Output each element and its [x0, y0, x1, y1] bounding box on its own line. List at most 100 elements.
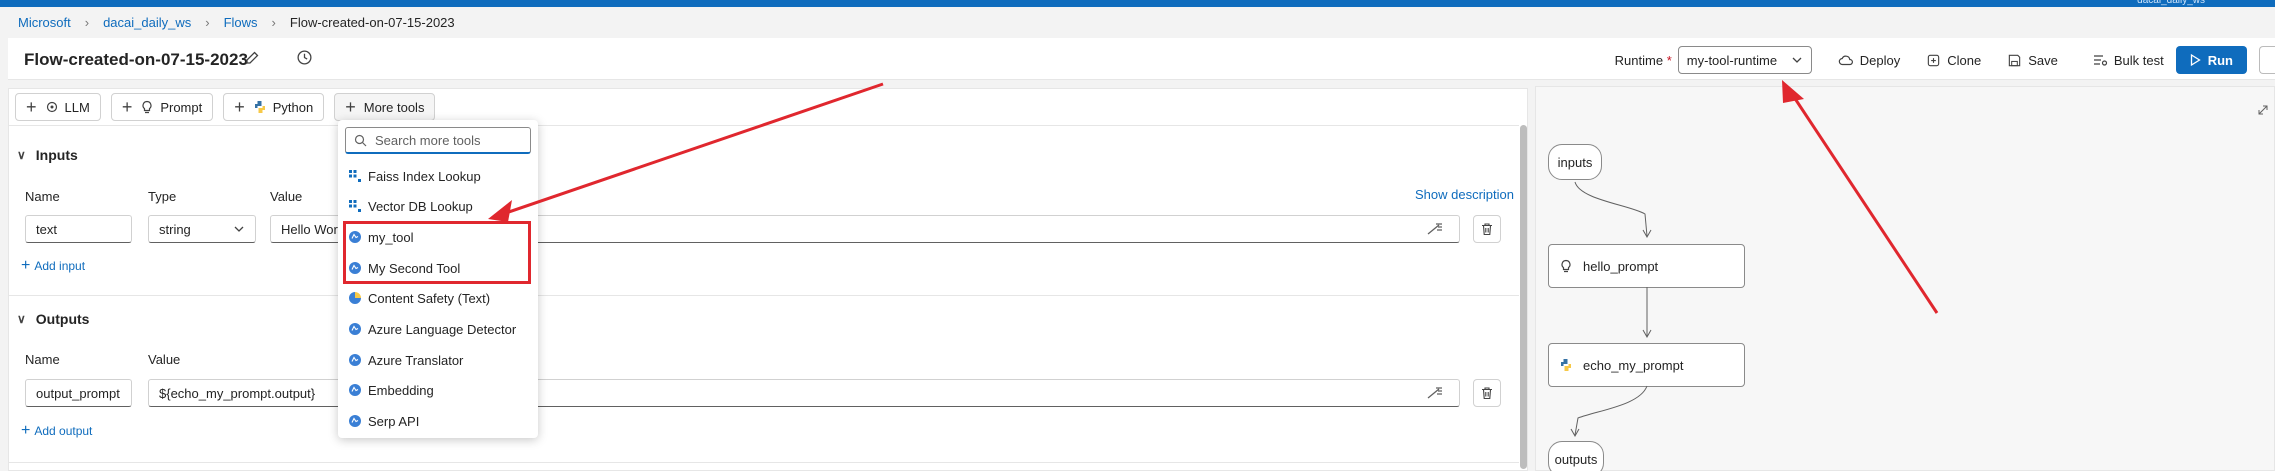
plus-icon: +	[21, 257, 31, 274]
node-label: outputs	[1554, 451, 1598, 467]
add-llm-button[interactable]: + LLM	[15, 93, 101, 121]
play-icon	[2190, 53, 2201, 67]
add-python-button[interactable]: + Python	[223, 93, 325, 121]
divider	[9, 125, 1519, 126]
plus-icon: +	[21, 422, 31, 439]
search-icon	[354, 134, 367, 146]
output-value-text: ${echo_my_prompt.output}	[159, 385, 316, 401]
chevron-down-icon: ∨	[17, 148, 26, 162]
deploy-label: Deploy	[1859, 52, 1901, 68]
bulk-test-button[interactable]: Bulk test	[2092, 52, 2164, 68]
runtime-label: Runtime *	[1615, 53, 1672, 68]
menu-item-embedding[interactable]: Embedding	[348, 380, 434, 400]
graph-node-inputs[interactable]: inputs	[1548, 144, 1602, 180]
graph-node-echo-my-prompt[interactable]: echo_my_prompt	[1548, 343, 1745, 387]
scrollbar[interactable]	[1520, 125, 1527, 469]
menu-item-content-safety[interactable]: Content Safety (Text)	[348, 288, 490, 308]
add-output-link[interactable]: + Add output	[21, 422, 92, 440]
graph-node-hello-prompt[interactable]: hello_prompt	[1548, 244, 1745, 288]
breadcrumb-microsoft[interactable]: Microsoft	[18, 15, 71, 30]
runtime-select[interactable]: my-tool-runtime	[1677, 46, 1812, 74]
menu-item-serp-api[interactable]: Serp API	[348, 411, 419, 431]
magic-wand-icon[interactable]	[1426, 222, 1444, 236]
grid-icon	[349, 200, 361, 212]
menu-item-label: Vector DB Lookup	[368, 198, 473, 214]
python-icon	[1561, 359, 1571, 371]
inputs-section-header[interactable]: ∨ Inputs	[17, 147, 78, 163]
azure-icon	[349, 354, 361, 366]
run-button[interactable]: Run	[2175, 46, 2247, 74]
chevron-right-icon: ›	[205, 14, 210, 30]
menu-item-faiss-index-lookup[interactable]: Faiss Index Lookup	[348, 166, 481, 186]
trash-icon	[1482, 387, 1492, 400]
add-input-link[interactable]: + Add input	[21, 257, 85, 275]
tool-search-input[interactable]: Search more tools	[345, 127, 531, 154]
divider	[9, 462, 1519, 463]
input-type-value: string	[159, 221, 191, 237]
input-name-value: text	[36, 221, 57, 237]
overflow-button[interactable]	[2259, 46, 2275, 74]
highlight-box	[343, 221, 531, 284]
list-icon	[2093, 55, 2107, 66]
breadcrumb: Microsoft › dacai_daily_ws › Flows › Flo…	[18, 13, 455, 31]
clone-button[interactable]: Clone	[1926, 53, 1981, 68]
cloud-icon	[1838, 55, 1853, 66]
chevron-down-icon	[1792, 57, 1802, 63]
add-prompt-button[interactable]: + Prompt	[110, 93, 214, 121]
edit-icon[interactable]	[244, 50, 260, 66]
clone-icon	[1928, 54, 1940, 66]
node-label: echo_my_prompt	[1583, 357, 1684, 373]
node-label: hello_prompt	[1583, 258, 1659, 274]
menu-item-vector-db-lookup[interactable]: Vector DB Lookup	[348, 196, 473, 216]
outputs-value-header: Value	[148, 352, 181, 367]
top-bar: dacai_daily_ws	[0, 0, 2275, 7]
menu-item-azure-translator[interactable]: Azure Translator	[348, 350, 463, 370]
runtime-label-text: Runtime	[1614, 52, 1664, 68]
graph-pane: inputs hello_prompt echo_my_prompt outpu…	[1535, 86, 2275, 471]
save-icon	[2009, 54, 2021, 66]
more-tools-button[interactable]: + More tools	[334, 93, 436, 121]
menu-item-azure-language-detector[interactable]: Azure Language Detector	[348, 319, 516, 339]
chevron-right-icon: ›	[84, 14, 90, 30]
plus-icon: +	[121, 97, 133, 117]
runtime-value: my-tool-runtime	[1686, 52, 1778, 68]
page-title: Flow-created-on-07-15-2023	[24, 50, 248, 69]
breadcrumb-flows[interactable]: Flows	[224, 15, 258, 30]
graph-node-outputs[interactable]: outputs	[1548, 441, 1604, 471]
input-type-select[interactable]: string	[148, 215, 256, 243]
inputs-value-header: Value	[270, 189, 303, 204]
expand-icon[interactable]	[2258, 105, 2268, 115]
add-output-label: Add output	[34, 424, 93, 438]
save-button[interactable]: Save	[2007, 53, 2058, 68]
outputs-section-header[interactable]: ∨ Outputs	[17, 311, 89, 327]
plus-icon: +	[234, 97, 245, 117]
azure-icon	[349, 384, 361, 396]
more-tools-label: More tools	[363, 99, 425, 115]
plus-icon: +	[345, 97, 356, 117]
show-description-link[interactable]: Show description	[1415, 187, 1514, 202]
save-label: Save	[2028, 52, 2058, 68]
delete-input-button[interactable]	[1473, 215, 1501, 243]
tool-search-placeholder: Search more tools	[375, 132, 481, 148]
input-name-field[interactable]: text	[25, 215, 132, 243]
llm-icon	[46, 101, 57, 113]
chevron-down-icon	[234, 226, 244, 232]
required-marker: *	[1666, 52, 1672, 68]
magic-wand-icon[interactable]	[1426, 386, 1444, 400]
output-name-field[interactable]: output_prompt	[25, 379, 132, 407]
clone-label: Clone	[1947, 52, 1982, 68]
history-icon[interactable]	[296, 49, 313, 66]
grid-icon	[349, 170, 361, 182]
azure-icon	[349, 323, 361, 335]
workspace-hint: dacai_daily_ws	[2137, 0, 2205, 6]
content-safety-icon	[349, 292, 361, 304]
breadcrumb-workspace[interactable]: dacai_daily_ws	[103, 15, 191, 30]
run-label: Run	[2207, 52, 2233, 68]
flow-editor-pane: + LLM + Prompt + Python + More tools ∨ I…	[8, 88, 1528, 471]
deploy-button[interactable]: Deploy	[1838, 52, 1900, 68]
menu-item-label: Serp API	[368, 413, 420, 429]
delete-output-button[interactable]	[1473, 379, 1501, 407]
trash-icon	[1482, 223, 1492, 236]
chevron-down-icon: ∨	[17, 312, 26, 326]
output-name-value: output_prompt	[36, 385, 120, 401]
